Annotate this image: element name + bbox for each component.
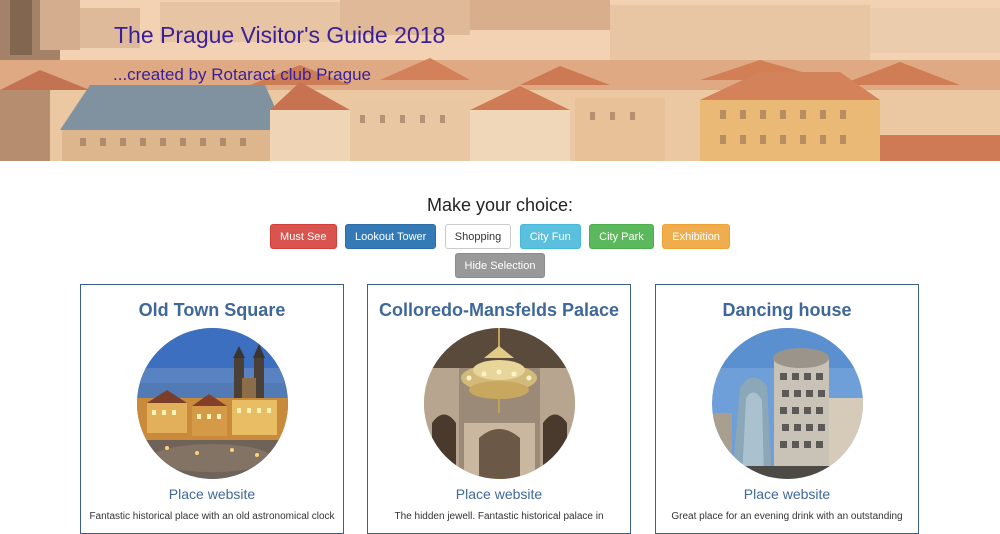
page-subtitle: ...created by Rotaract club Prague: [113, 65, 371, 84]
header-banner: The Prague Visitor's Guide 2018 ...creat…: [0, 0, 1000, 161]
place-website-link[interactable]: Place website: [81, 486, 343, 502]
filter-city-fun-button[interactable]: City Fun: [519, 224, 581, 249]
hide-selection-button[interactable]: Hide Selection: [454, 253, 546, 278]
place-description: The hidden jewell. Fantastic historical …: [394, 511, 604, 522]
place-card: Old Town Square Place website Fantastic …: [80, 284, 344, 534]
filter-city-park-button[interactable]: City Park: [589, 224, 654, 249]
colloredo-mansfelds-palace-photo: [424, 328, 575, 479]
filter-must-see-button[interactable]: Must See: [270, 224, 337, 249]
filter-button-group: Must See Lookout Tower Shopping City Fun…: [0, 224, 1000, 249]
filter-lookout-tower-button[interactable]: Lookout Tower: [344, 224, 437, 249]
place-card: Colloredo-Mansfelds Palace Place website…: [367, 284, 631, 534]
place-card: Dancing house Place website Great place …: [655, 284, 919, 534]
place-card-title: Dancing house: [722, 300, 852, 320]
place-website-link[interactable]: Place website: [656, 486, 918, 502]
filter-exhibition-button[interactable]: Exhibition: [662, 224, 730, 249]
page-title: The Prague Visitor's Guide 2018: [114, 22, 446, 48]
old-town-square-photo: [137, 328, 288, 479]
place-description: Fantastic historical place with an old a…: [89, 511, 335, 522]
place-card-title: Old Town Square: [138, 300, 286, 320]
choice-heading: Make your choice:: [426, 195, 574, 215]
place-website-link[interactable]: Place website: [368, 486, 630, 502]
place-description: Great place for an evening drink with an…: [671, 511, 903, 522]
filter-shopping-button[interactable]: Shopping: [444, 224, 512, 249]
dancing-house-photo: [712, 328, 863, 479]
place-card-title: Colloredo-Mansfelds Palace: [378, 300, 620, 320]
